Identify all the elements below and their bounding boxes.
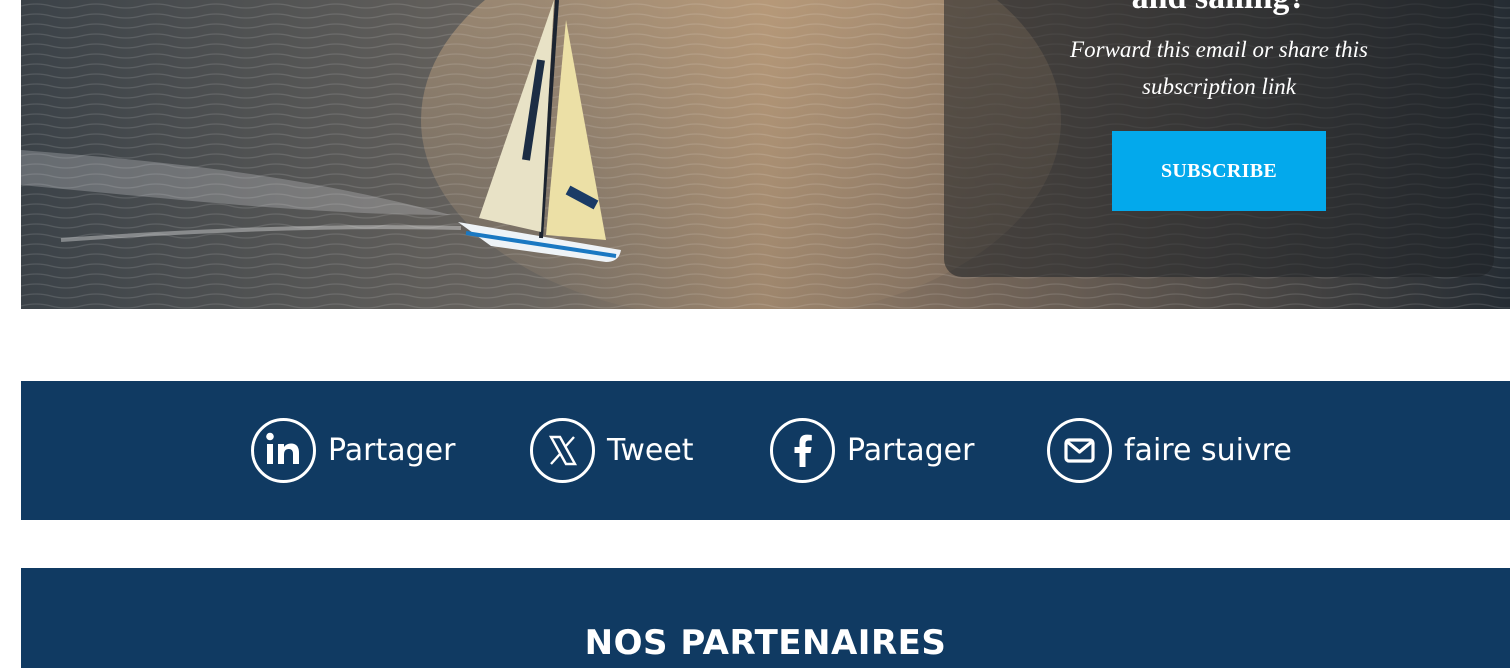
facebook-icon bbox=[770, 418, 835, 483]
share-x-label: Tweet bbox=[607, 433, 694, 468]
share-x-link[interactable]: Tweet bbox=[529, 381, 694, 520]
subscribe-promo-card: and sailing? Forward this email or share… bbox=[944, 0, 1494, 277]
hero-banner: and sailing? Forward this email or share… bbox=[21, 0, 1510, 309]
share-facebook-link[interactable]: Partager bbox=[769, 381, 974, 520]
x-icon bbox=[530, 418, 595, 483]
share-mail-label: faire suivre bbox=[1124, 433, 1292, 468]
share-bar: Partager Tweet Partager faire suivre bbox=[21, 381, 1510, 520]
share-linkedin-link[interactable]: Partager bbox=[250, 381, 455, 520]
linkedin-icon bbox=[251, 418, 316, 483]
share-mail-link[interactable]: faire suivre bbox=[1046, 381, 1292, 520]
partners-title: NOS PARTENAIRES bbox=[584, 623, 947, 663]
promo-heading: and sailing? bbox=[944, 0, 1494, 18]
share-linkedin-label: Partager bbox=[328, 433, 456, 468]
mail-icon bbox=[1047, 418, 1112, 483]
subscribe-button[interactable]: SUBSCRIBE bbox=[1112, 131, 1326, 211]
promo-subtitle: Forward this email or share this subscri… bbox=[1070, 37, 1368, 99]
share-facebook-label: Partager bbox=[847, 433, 975, 468]
partners-section: NOS PARTENAIRES bbox=[21, 568, 1510, 668]
